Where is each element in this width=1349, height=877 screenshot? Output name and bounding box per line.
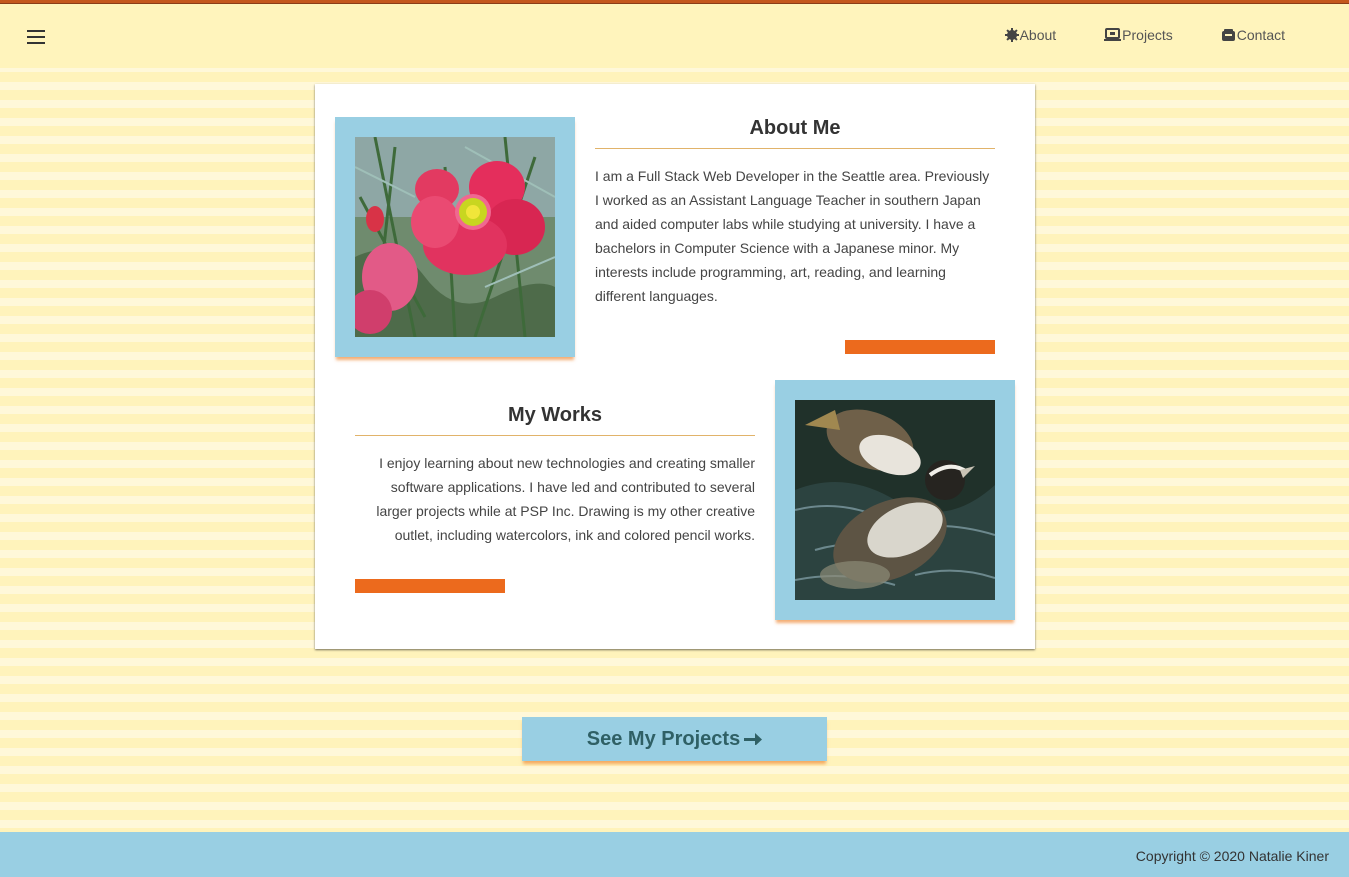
hamburger-menu-icon[interactable] (27, 30, 45, 44)
mailbox-icon (1221, 29, 1235, 41)
footer: Copyright © 2020 Natalie Kiner (0, 832, 1349, 877)
navbar: About Projects Contact (0, 4, 1349, 68)
copyright-text: Copyright © 2020 Natalie Kiner (1135, 848, 1329, 864)
laptop-icon (1104, 28, 1122, 41)
nav-projects-label: Projects (1122, 27, 1173, 43)
see-my-projects-button[interactable]: See My Projects (522, 717, 827, 761)
nav-contact-link[interactable]: Contact (1221, 27, 1285, 43)
see-my-projects-label: See My Projects (586, 727, 741, 750)
arrow-right-icon (744, 733, 763, 745)
works-photo-frame (775, 380, 1015, 620)
nav-links: About Projects Contact (1004, 27, 1285, 43)
works-accent-bar (355, 579, 505, 593)
intro-card: About Me I am a Full Stack Web Developer… (315, 84, 1035, 649)
about-title: About Me (595, 117, 995, 149)
about-text: I am a Full Stack Web Developer in the S… (595, 168, 990, 304)
nav-about-label: About (1019, 27, 1057, 43)
works-title: My Works (355, 404, 755, 436)
nav-contact-label: Contact (1236, 27, 1285, 43)
about-photo-frame (335, 117, 575, 357)
nav-projects-link[interactable]: Projects (1104, 27, 1173, 43)
works-text: I enjoy learning about new technologies … (376, 455, 755, 543)
poppy-flower-image (355, 137, 555, 337)
penguins-image (795, 400, 995, 600)
nav-about-link[interactable]: About (1004, 27, 1057, 43)
about-accent-bar (845, 340, 995, 354)
gear-icon (1004, 28, 1019, 42)
